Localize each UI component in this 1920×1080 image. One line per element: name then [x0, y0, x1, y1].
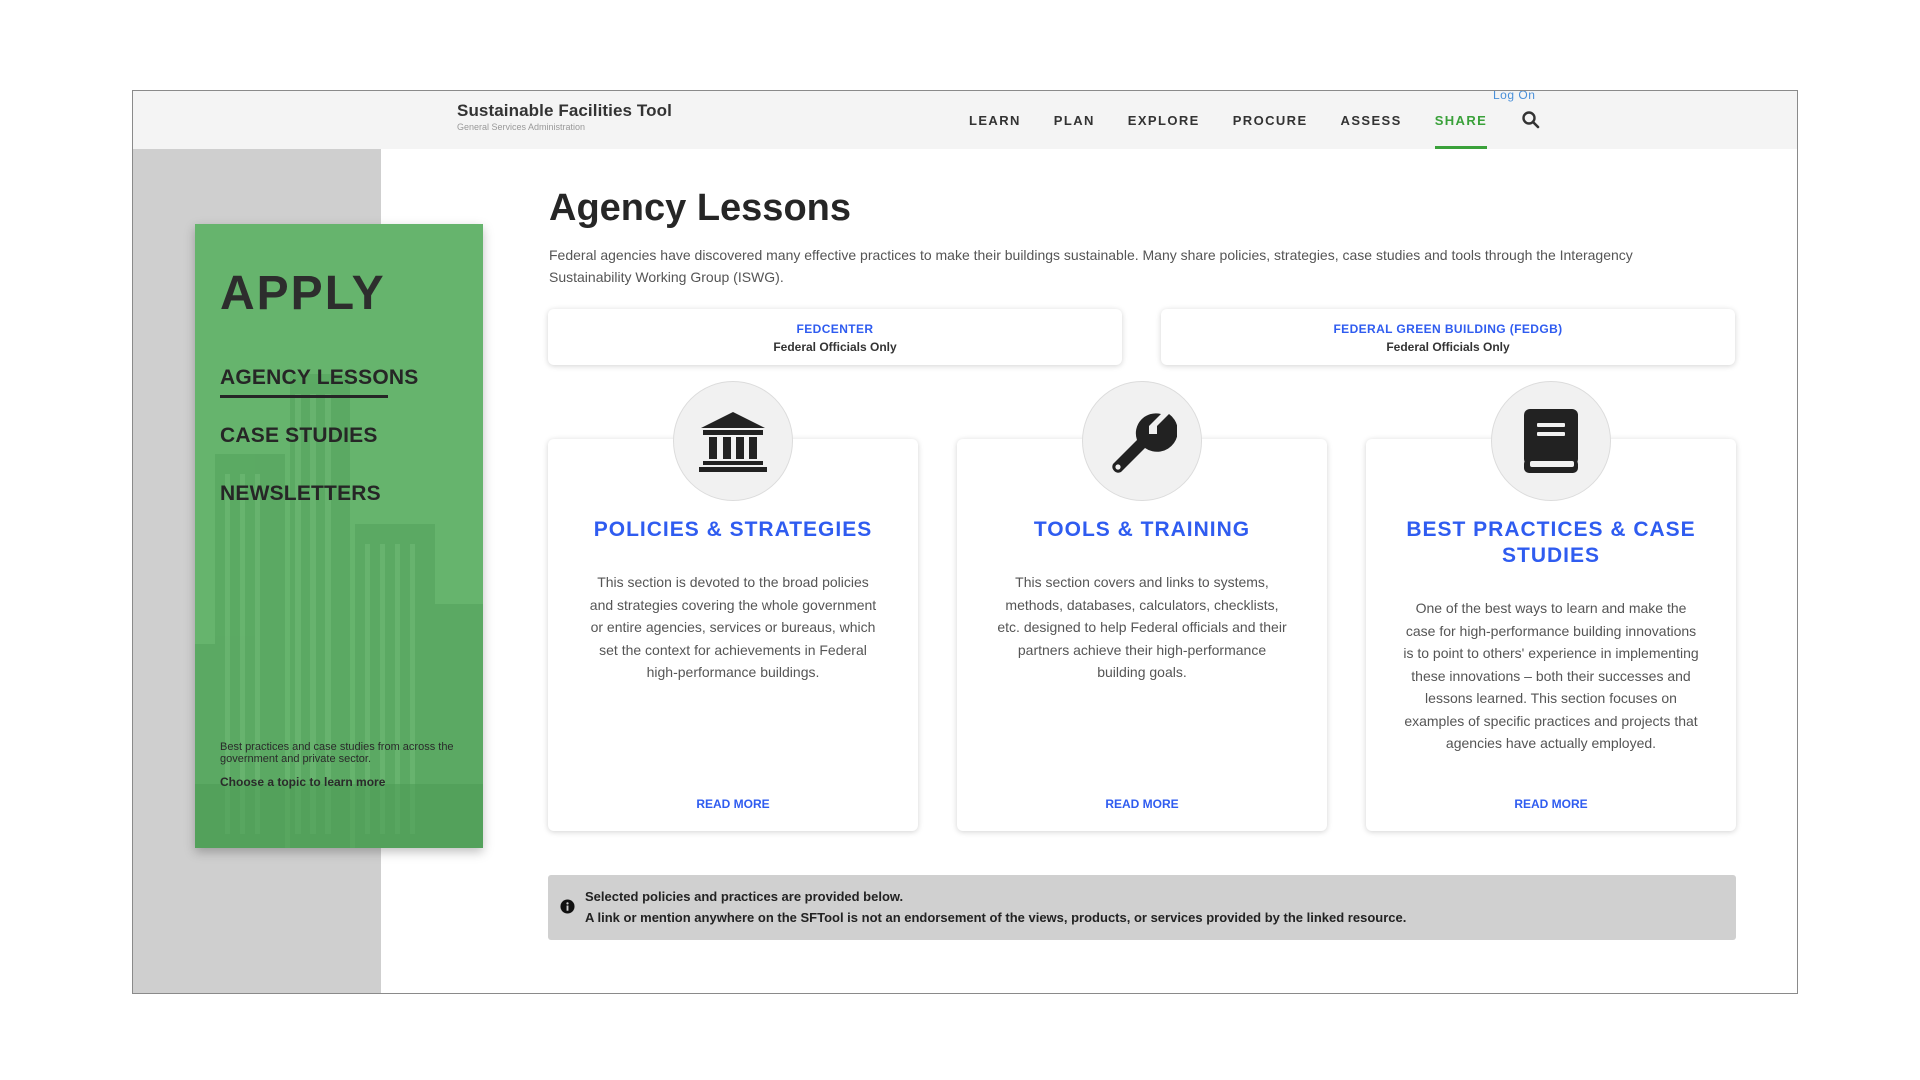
fedgb-card[interactable]: FEDERAL GREEN BUILDING (FEDGB) Federal O… [1161, 309, 1735, 365]
notice-line-2: A link or mention anywhere on the SFTool… [585, 910, 1407, 925]
best-practices-read-more[interactable]: READ MORE [1366, 797, 1736, 811]
fedcenter-card[interactable]: FEDCENTER Federal Officials Only [548, 309, 1122, 365]
search-icon[interactable] [1521, 110, 1541, 130]
info-icon [560, 899, 575, 914]
site-header: Sustainable Facilities Tool General Serv… [133, 91, 1797, 149]
brand-title: Sustainable Facilities Tool [457, 101, 672, 120]
best-practices-title[interactable]: BEST PRACTICES & CASE STUDIES [1406, 517, 1696, 569]
policies-read-more[interactable]: READ MORE [548, 797, 918, 811]
tools-title[interactable]: TOOLS & TRAINING [977, 517, 1307, 543]
side-link-newsletters[interactable]: NEWSLETTERS [220, 482, 381, 506]
wrench-icon [1082, 381, 1202, 501]
tools-body: This section covers and links to systems… [997, 574, 1287, 680]
policies-body: This section is devoted to the broad pol… [589, 574, 877, 680]
policies-title[interactable]: POLICIES & STRATEGIES [568, 517, 898, 543]
panel-description: Best practices and case studies from acr… [220, 741, 454, 765]
main-nav: LEARN PLAN EXPLORE PROCURE ASSESS SHARE [969, 91, 1520, 149]
side-link-case-studies[interactable]: CASE STUDIES [220, 424, 378, 448]
panel-title: APPLY [220, 267, 386, 320]
page-title: Agency Lessons [549, 187, 851, 229]
nav-learn[interactable]: LEARN [969, 91, 1021, 149]
intro-text: Federal agencies have discovered many ef… [549, 247, 1633, 285]
fedcenter-subtitle: Federal Officials Only [773, 340, 897, 354]
building-columns-icon [673, 381, 793, 501]
brand-subtitle: General Services Administration [457, 122, 586, 132]
apply-panel: APPLY AGENCY LESSONS CASE STUDIES NEWSLE… [195, 224, 483, 848]
nav-explore[interactable]: EXPLORE [1128, 91, 1200, 149]
book-icon [1491, 381, 1611, 501]
fedgb-title[interactable]: FEDERAL GREEN BUILDING (FEDGB) [1161, 322, 1735, 336]
fedgb-subtitle: Federal Officials Only [1386, 340, 1510, 354]
nav-plan[interactable]: PLAN [1054, 91, 1095, 149]
notice-line-1: Selected policies and practices are prov… [585, 889, 904, 904]
brand[interactable]: Sustainable Facilities Tool General Serv… [457, 101, 672, 132]
nav-share[interactable]: SHARE [1434, 91, 1488, 149]
tools-read-more[interactable]: READ MORE [957, 797, 1327, 811]
disclaimer-notice: Selected policies and practices are prov… [548, 875, 1736, 940]
fedcenter-title[interactable]: FEDCENTER [548, 322, 1122, 336]
browser-frame: Sustainable Facilities Tool General Serv… [132, 90, 1798, 994]
nav-assess[interactable]: ASSESS [1341, 91, 1402, 149]
panel-cta: Choose a topic to learn more [220, 775, 386, 789]
best-practices-body: One of the best ways to learn and make t… [1403, 600, 1699, 751]
side-link-agency-lessons[interactable]: AGENCY LESSONS [220, 366, 418, 398]
nav-procure[interactable]: PROCURE [1233, 91, 1308, 149]
